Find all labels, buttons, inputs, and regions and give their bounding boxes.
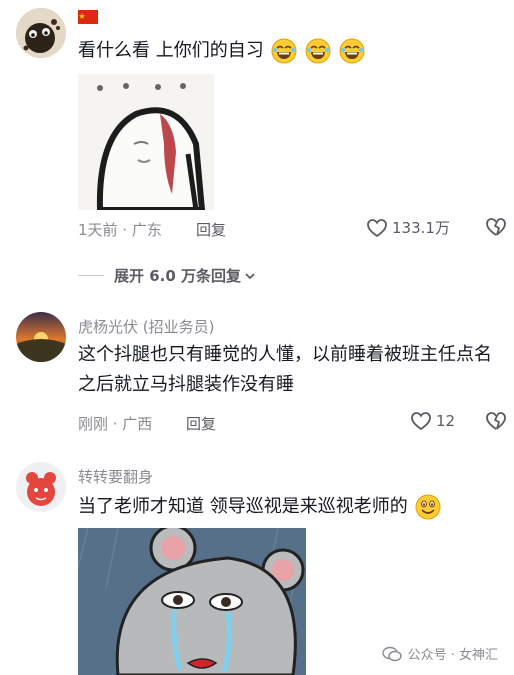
user-name[interactable]: 转转要翻身 — [78, 466, 153, 487]
comment-time-location: 刚刚 · 广西 — [78, 415, 153, 433]
broken-heart-icon — [486, 412, 506, 430]
flag-icon — [78, 10, 98, 24]
dislike-button[interactable] — [484, 217, 508, 241]
expand-replies-button[interactable]: 展开 6.0 万条回复 — [78, 265, 257, 286]
heart-icon — [367, 218, 387, 237]
laughing-emoji-icon — [271, 38, 297, 64]
reply-button[interactable]: 回复 — [186, 413, 216, 434]
avatar[interactable] — [16, 8, 66, 58]
broken-heart-icon — [486, 218, 506, 236]
comment-text: 当了老师才知道 领导巡视是来巡视老师的 — [78, 492, 506, 522]
avatar[interactable] — [16, 462, 66, 512]
chevron-down-icon — [245, 272, 255, 279]
like-button[interactable]: 133.1万 — [366, 217, 450, 238]
dislike-button[interactable] — [484, 411, 508, 435]
wechat-icon — [381, 646, 402, 661]
like-button[interactable]: 12 — [410, 411, 455, 431]
like-count: 12 — [436, 412, 456, 430]
avatar[interactable] — [16, 312, 66, 362]
divider — [78, 275, 104, 276]
comment-image[interactable] — [78, 528, 306, 675]
heart-icon — [411, 412, 431, 431]
smiling-emoji-icon — [415, 494, 441, 520]
laughing-emoji-icon — [339, 38, 365, 64]
user-name[interactable]: 虎杨光伏 (招业务员) — [78, 316, 215, 337]
comment-text: 这个抖腿也只有睡觉的人懂，以前睡着被班主任点名之后就立马抖腿装作没有睡 — [78, 344, 492, 395]
comment-text: 看什么看 上你们的自习 — [78, 36, 506, 66]
comment-image[interactable] — [78, 74, 214, 210]
laughing-emoji-icon — [305, 38, 331, 64]
like-count: 133.1万 — [392, 219, 450, 237]
watermark: 公众号 · 女神汇 — [381, 644, 498, 663]
comment-time-location: 1天前 · 广东 — [78, 221, 162, 239]
reply-button[interactable]: 回复 — [196, 219, 226, 240]
